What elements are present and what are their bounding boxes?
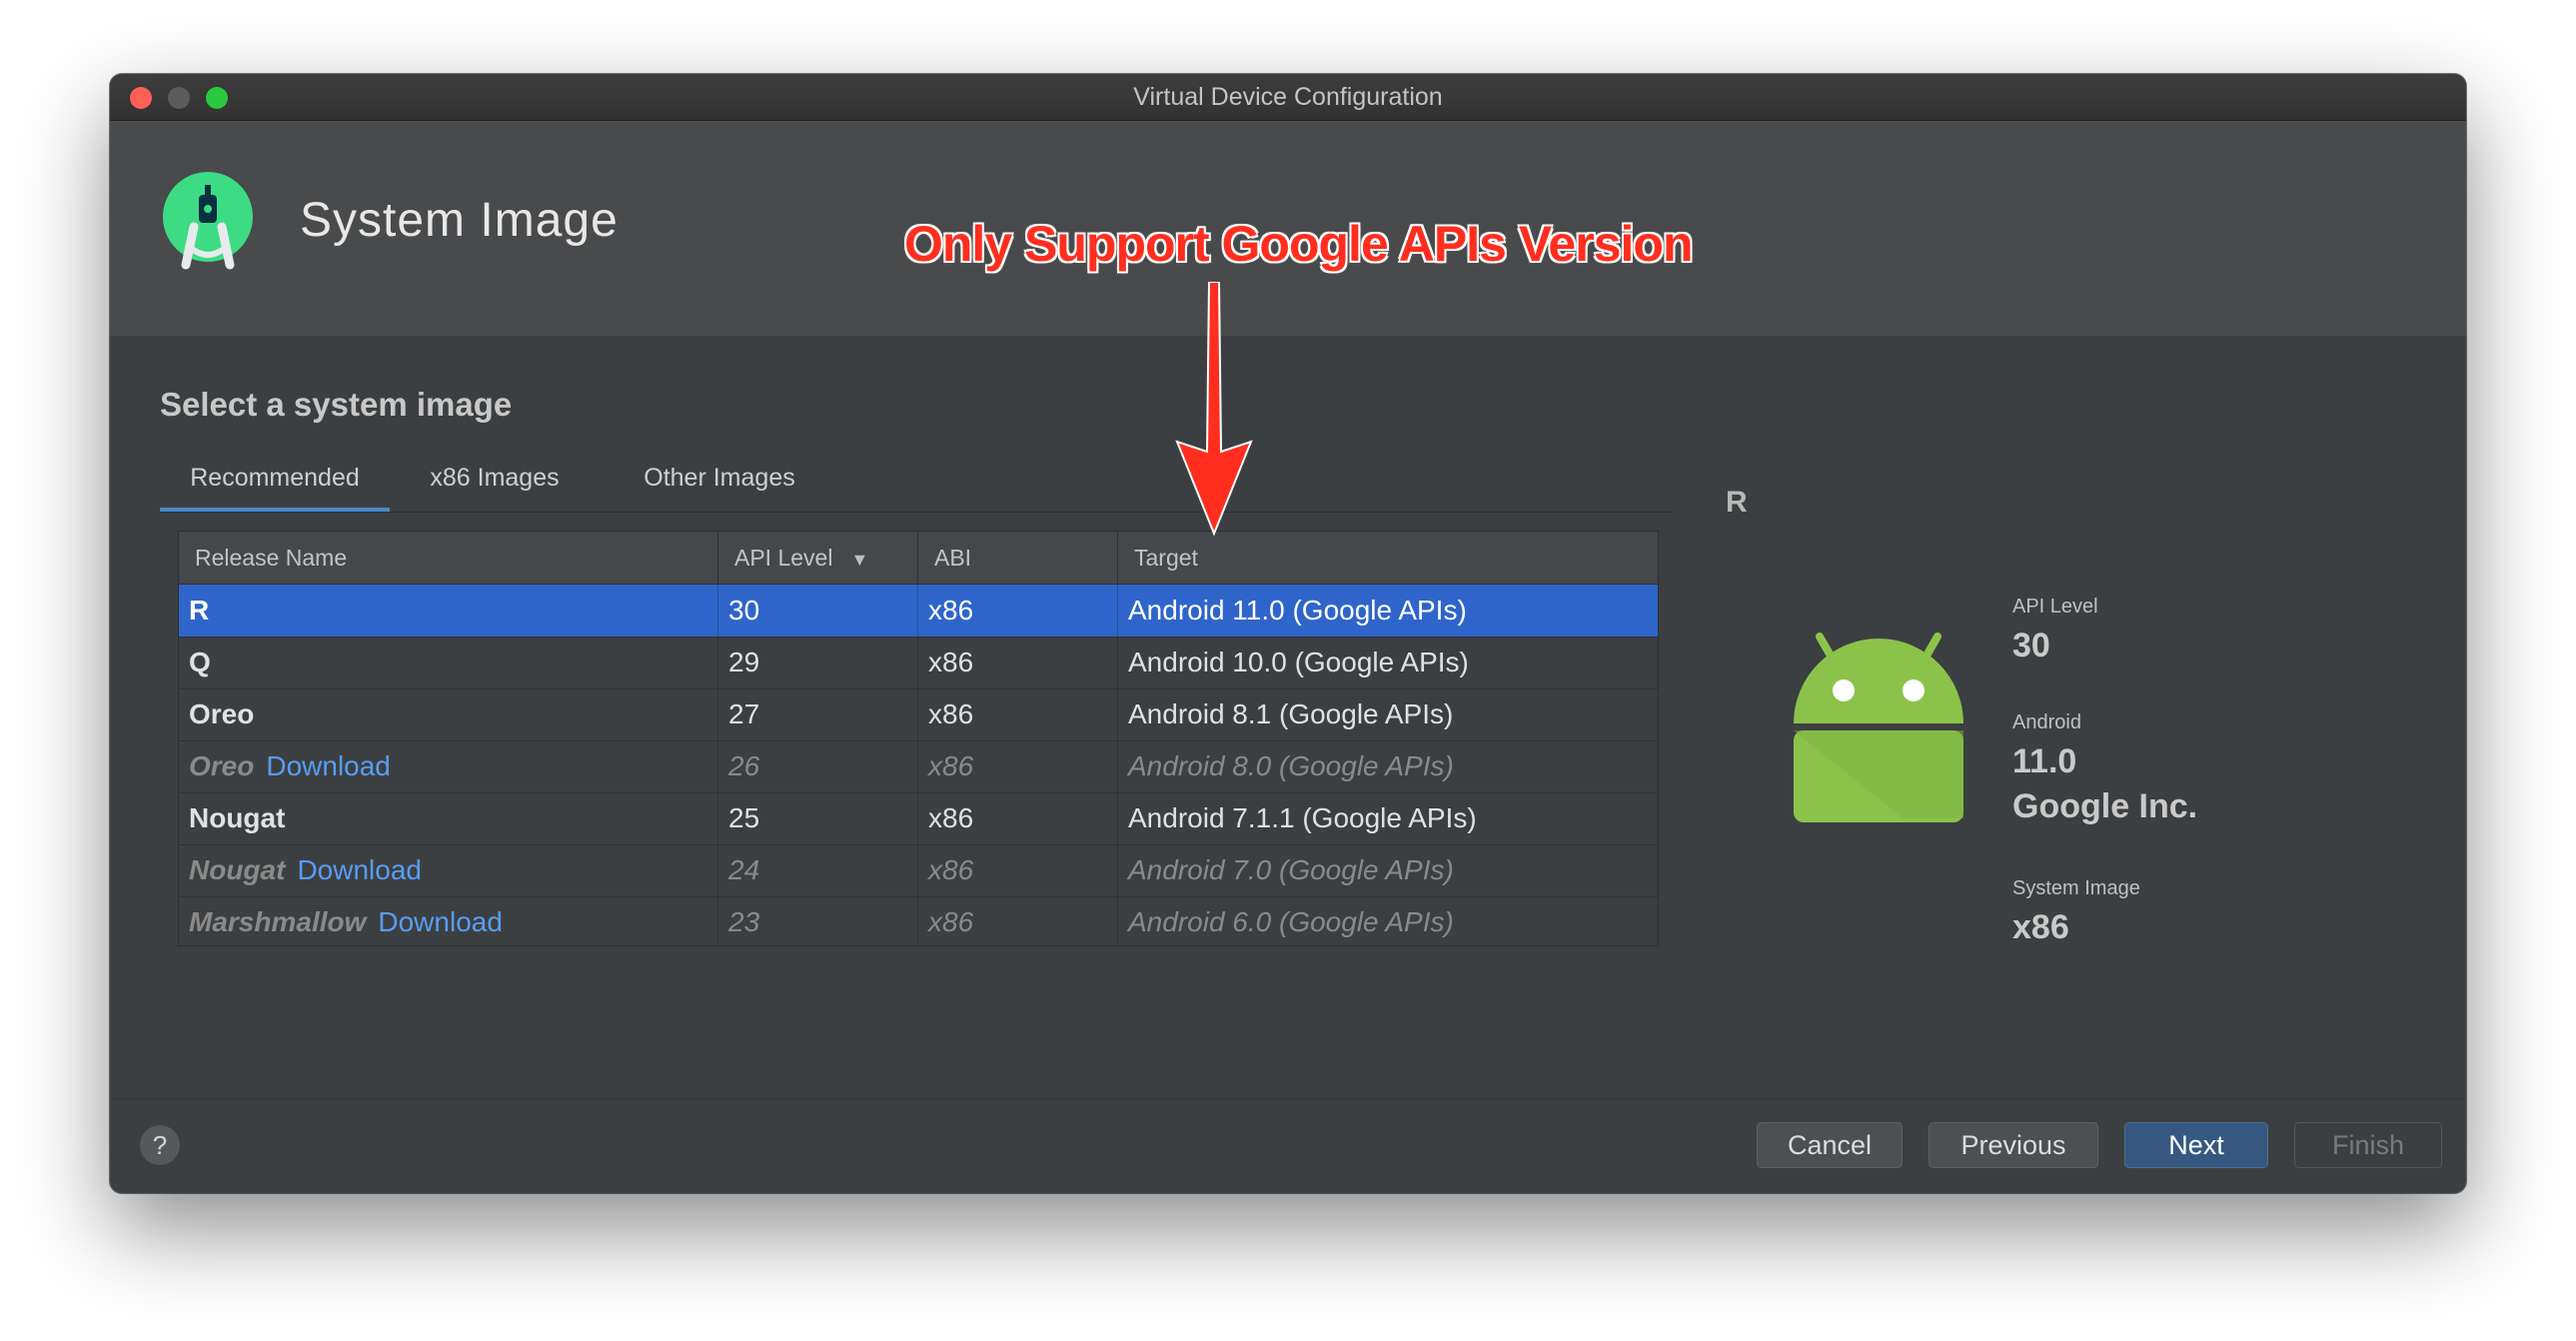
api-level-value: 30 — [2012, 627, 2050, 665]
android-version-info: Android 11.0 Google Inc. — [2012, 711, 2197, 826]
table-row[interactable]: Nougat Download 24 x86 Android 7.0 (Googl… — [179, 844, 1658, 897]
android-label: Android — [2012, 711, 2081, 733]
release-name: Oreo — [189, 750, 255, 781]
abi-cell: x86 — [918, 688, 1118, 740]
release-name: Marshmallow — [189, 906, 367, 937]
android-version-value: 11.0 — [2012, 742, 2077, 780]
api-level-cell: 26 — [718, 740, 918, 792]
table-row[interactable]: Marshmallow Download 23 x86 Android 6.0 (… — [179, 896, 1658, 945]
api-level-cell: 23 — [718, 896, 918, 945]
title-bar: Virtual Device Configuration — [110, 74, 2466, 121]
tab-other-images[interactable]: Other Images — [600, 452, 839, 508]
section-title: Select a system image — [160, 386, 513, 423]
release-name: Oreo — [189, 698, 255, 729]
tab-x86-images[interactable]: x86 Images — [390, 452, 600, 508]
table-row[interactable]: Nougat 25 x86 Android 7.1.1 (Google APIs… — [179, 792, 1658, 845]
column-header-target[interactable]: Target — [1118, 532, 1658, 584]
footer-divider — [110, 1098, 2466, 1099]
target-cell: Android 8.1 (Google APIs) — [1128, 698, 1454, 729]
next-button[interactable]: Next — [2124, 1122, 2268, 1168]
abi-cell: x86 — [918, 792, 1118, 844]
cancel-button[interactable]: Cancel — [1757, 1122, 1903, 1168]
api-level-cell: 30 — [718, 585, 918, 637]
tab-recommended[interactable]: Recommended — [160, 452, 390, 512]
abi-cell: x86 — [918, 844, 1118, 896]
target-cell: Android 7.0 (Google APIs) — [1128, 854, 1454, 885]
annotation-callout: Only Support Google APIs Version — [903, 215, 1694, 273]
abi-cell: x86 — [918, 637, 1118, 688]
api-level-label: API Level — [2012, 596, 2098, 618]
api-level-cell: 24 — [718, 844, 918, 896]
target-cell: Android 8.0 (Google APIs) — [1128, 750, 1454, 781]
system-image-value: x86 — [2012, 908, 2069, 946]
table-row[interactable]: Q 29 x86 Android 10.0 (Google APIs) — [179, 637, 1658, 689]
target-cell: Android 11.0 (Google APIs) — [1128, 595, 1467, 626]
download-link[interactable]: Download — [266, 750, 391, 781]
target-cell: Android 6.0 (Google APIs) — [1128, 906, 1454, 937]
target-cell: Android 10.0 (Google APIs) — [1128, 647, 1469, 677]
api-level-info: API Level 30 — [2012, 596, 2098, 666]
column-header-api-level[interactable]: API Level ▼ — [718, 532, 918, 584]
column-header-release-name[interactable]: Release Name — [179, 532, 718, 584]
table-header: Release Name API Level ▼ ABI Target — [179, 532, 1658, 585]
help-button[interactable]: ? — [140, 1125, 180, 1165]
table-row[interactable]: Oreo 27 x86 Android 8.1 (Google APIs) — [179, 688, 1658, 741]
download-link[interactable]: Download — [297, 854, 422, 885]
table-row[interactable]: R 30 x86 Android 11.0 (Google APIs) — [179, 585, 1658, 638]
window-title: Virtual Device Configuration — [1133, 83, 1443, 111]
release-name: Nougat — [189, 802, 286, 833]
release-name: R — [189, 595, 210, 626]
finish-button: Finish — [2294, 1122, 2442, 1168]
download-link[interactable]: Download — [378, 906, 503, 937]
previous-button[interactable]: Previous — [1929, 1122, 2098, 1168]
vendor-value: Google Inc. — [2012, 787, 2198, 825]
system-image-info: System Image x86 — [2012, 877, 2140, 947]
table-row[interactable]: Oreo Download 26 x86 Android 8.0 (Google … — [179, 740, 1658, 793]
column-header-abi[interactable]: ABI — [918, 532, 1118, 584]
abi-cell: x86 — [918, 740, 1118, 792]
sort-desc-icon: ▼ — [850, 549, 869, 570]
release-name: Q — [189, 647, 211, 677]
api-level-cell: 27 — [718, 688, 918, 740]
release-name: Nougat — [189, 854, 286, 885]
page-title: System Image — [300, 194, 619, 247]
annotation-arrow-icon — [1175, 282, 1253, 537]
abi-cell: x86 — [918, 896, 1118, 945]
selected-release-heading: R — [1726, 486, 1748, 519]
system-image-table: Release Name API Level ▼ ABI Target R 30 … — [178, 531, 1659, 946]
android-robot-icon — [1794, 633, 1963, 822]
target-cell: Android 7.1.1 (Google APIs) — [1128, 802, 1477, 833]
system-image-label: System Image — [2012, 877, 2140, 899]
api-level-cell: 25 — [718, 792, 918, 844]
image-tabs: Recommended x86 Images Other Images — [160, 452, 1674, 513]
api-level-cell: 29 — [718, 637, 918, 688]
abi-cell: x86 — [918, 585, 1118, 637]
android-studio-logo-icon — [163, 172, 253, 270]
